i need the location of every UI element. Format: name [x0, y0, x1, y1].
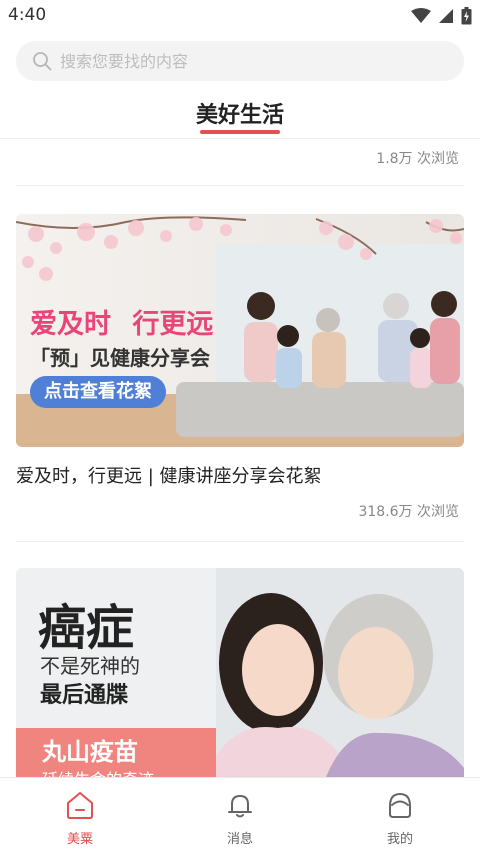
- bottom-nav: 美粟 消息 我的: [0, 777, 480, 853]
- banner-headline: 爱及时 行更远: [30, 302, 213, 341]
- nav-label-messages: 消息: [226, 832, 253, 847]
- view-count: 318.6万 次浏览: [358, 504, 459, 520]
- cellular-signal-icon: [439, 9, 453, 23]
- nav-item-profile[interactable]: 我的: [360, 778, 440, 853]
- home-icon: [67, 792, 93, 819]
- search-icon: [33, 52, 52, 71]
- search-bar[interactable]: [16, 41, 464, 81]
- app-screen: 4:40 美好生活 1.8万 次浏览: [0, 0, 480, 853]
- video-thumbnail-vaccine[interactable]: 癌症 不是死神的 最后通牒 丸山疫苗 延续生命的奇迹: [16, 568, 464, 777]
- banner-headline-part2: 行更远: [132, 309, 214, 340]
- tab-meihao-shenghuo[interactable]: 美好生活: [0, 97, 480, 129]
- banner-view-highlights-button[interactable]: 点击查看花絮: [30, 376, 166, 408]
- content-feed[interactable]: 1.8万 次浏览 爱及时 行更远 「预」见健康分享会 点击查看花絮 爱及时，行更…: [0, 139, 480, 777]
- nav-item-home[interactable]: 美粟: [40, 778, 120, 853]
- banner-headline: 癌症: [38, 600, 135, 656]
- banner-brand: 丸山疫苗: [42, 738, 138, 766]
- card-title[interactable]: 爱及时，行更远 | 健康讲座分享会花絮: [16, 462, 322, 488]
- video-thumbnail-health-talk[interactable]: 爱及时 行更远 「预」见健康分享会 点击查看花絮: [16, 214, 464, 447]
- bell-icon: [228, 795, 252, 818]
- banner-line2: 最后通牒: [40, 683, 129, 708]
- banner-headline-part1: 爱及时: [30, 309, 111, 340]
- card-divider: [16, 185, 464, 186]
- card-divider: [16, 541, 464, 542]
- nav-label-profile: 我的: [386, 832, 413, 847]
- status-bar: 4:40: [0, 0, 480, 32]
- nav-label-home: 美粟: [66, 832, 93, 847]
- view-count: 1.8万 次浏览: [376, 151, 459, 167]
- active-tab-indicator: [200, 130, 280, 134]
- battery-charging-icon: [461, 7, 472, 25]
- banner-line1: 不是死神的: [40, 654, 140, 678]
- status-time: 4:40: [8, 5, 47, 25]
- wifi-icon: [411, 8, 431, 23]
- banner-slogan: 延续生命的奇迹: [42, 766, 154, 777]
- nav-item-messages[interactable]: 消息: [200, 778, 280, 853]
- banner-subtitle: 「预」见健康分享会: [30, 346, 210, 370]
- status-icons: [411, 7, 472, 25]
- profile-icon: [389, 792, 411, 818]
- search-input[interactable]: [60, 41, 440, 81]
